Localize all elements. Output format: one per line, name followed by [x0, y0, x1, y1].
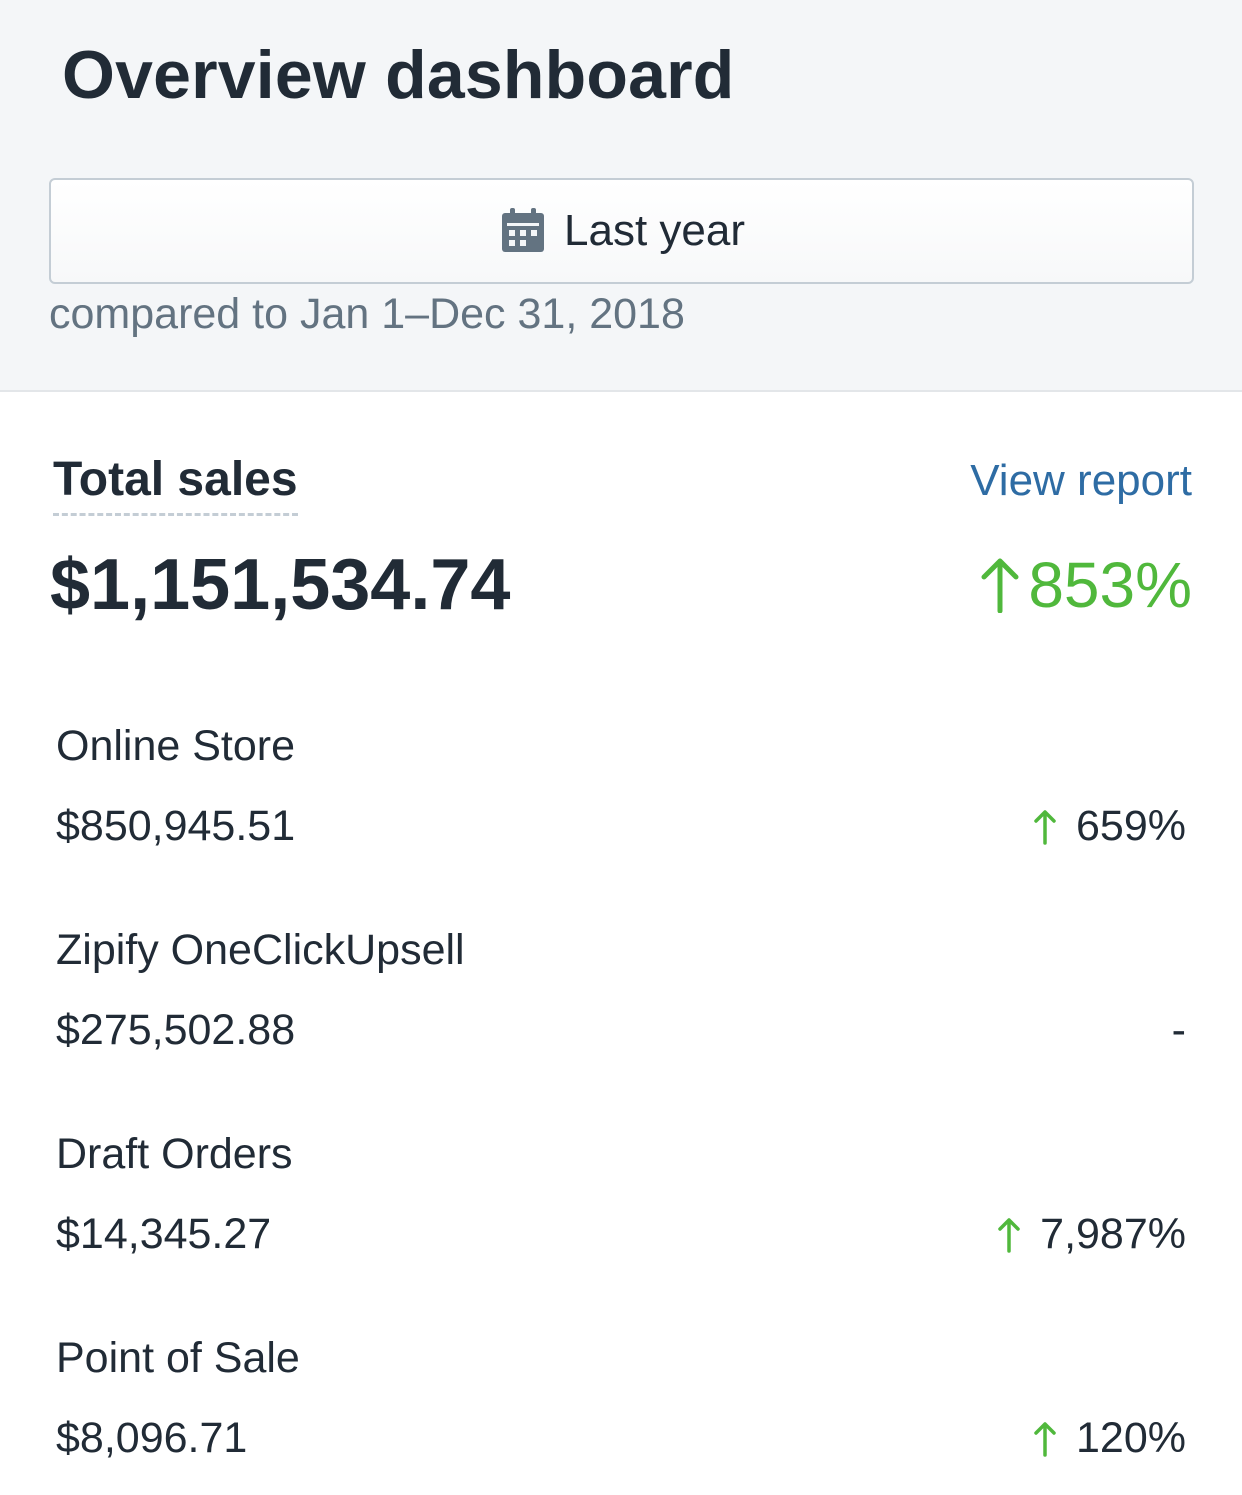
arrow-up-icon: [998, 1217, 1020, 1253]
channel-name: Point of Sale: [56, 1334, 300, 1382]
view-report-link[interactable]: View report: [970, 456, 1192, 506]
arrow-up-icon: [981, 558, 1019, 613]
channel-change-value: 7,987%: [1040, 1210, 1186, 1258]
channel-change: 120%: [1032, 1414, 1186, 1463]
channel-change: -: [1172, 1006, 1186, 1055]
channel-row: Draft Orders $14,345.27 7,987%: [0, 1130, 1242, 1290]
page-title: Overview dashboard: [62, 37, 735, 113]
channel-change: 659%: [1032, 802, 1186, 851]
channel-change: 7,987%: [996, 1210, 1186, 1259]
channel-name: Zipify OneClickUpsell: [56, 926, 465, 974]
dashboard-header: Overview dashboard Last year compared to…: [0, 0, 1242, 392]
channel-amount: $275,502.88: [56, 1006, 296, 1054]
arrow-up-icon: [1034, 1421, 1056, 1457]
channel-change-value: 659%: [1076, 802, 1186, 850]
channel-amount: $14,345.27: [56, 1210, 272, 1258]
channel-row: Online Store $850,945.51 659%: [0, 722, 1242, 882]
comparison-period-text: compared to Jan 1–Dec 31, 2018: [49, 290, 685, 338]
channel-name: Draft Orders: [56, 1130, 293, 1178]
channel-change-value: 120%: [1076, 1414, 1186, 1462]
total-sales-change-value: 853%: [1028, 549, 1192, 621]
date-range-label: Last year: [564, 206, 745, 255]
channel-amount: $850,945.51: [56, 802, 296, 850]
total-sales-card: Total sales View report $1,151,534.74 85…: [0, 394, 1242, 1495]
channel-change-value: -: [1171, 1006, 1186, 1054]
total-sales-label[interactable]: Total sales: [53, 452, 298, 516]
total-sales-change: 853%: [978, 548, 1192, 622]
channel-amount: $8,096.71: [56, 1414, 248, 1462]
channel-row: Zipify OneClickUpsell $275,502.88 -: [0, 926, 1242, 1086]
date-range-button[interactable]: Last year: [49, 178, 1194, 284]
arrow-up-icon: [1034, 809, 1056, 845]
calendar-icon: [502, 208, 544, 252]
total-sales-value: $1,151,534.74: [50, 545, 511, 625]
channel-name: Online Store: [56, 722, 296, 770]
channel-row: Point of Sale $8,096.71 120%: [0, 1334, 1242, 1494]
